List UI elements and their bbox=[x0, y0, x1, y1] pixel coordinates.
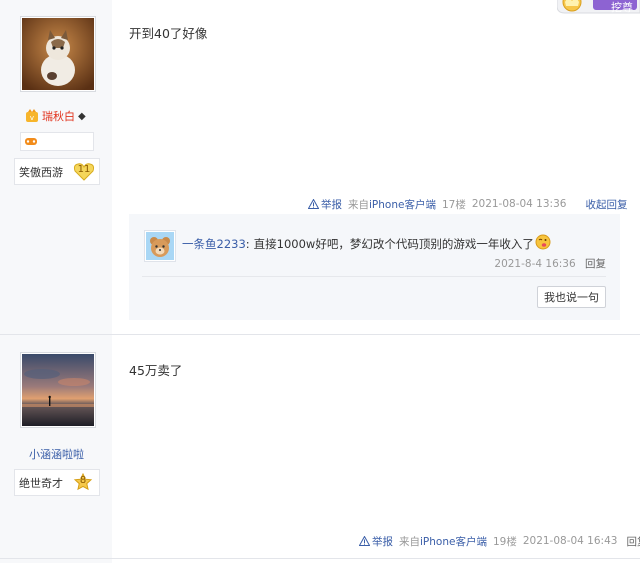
level-badge[interactable]: 笑傲西游 11 bbox=[14, 158, 100, 185]
floor-number: 19楼 bbox=[492, 535, 517, 548]
post-divider bbox=[0, 334, 640, 335]
post-tail: 举报 来自 iPhone客户端 19楼 2021-08-04 16:43 回复 bbox=[359, 533, 640, 549]
decoration-badge bbox=[20, 132, 94, 151]
comment-colon: : bbox=[245, 237, 250, 251]
top-badge-label[interactable]: 挖尊 bbox=[611, 0, 633, 15]
top-badge-bar: 挖尊 bbox=[557, 0, 640, 16]
floor-number: 17楼 bbox=[441, 198, 466, 211]
level-number: 8 bbox=[79, 475, 87, 486]
warning-icon bbox=[308, 199, 319, 209]
collapse-replies-link[interactable]: 收起回复 bbox=[585, 197, 627, 212]
post-content: 开到40了好像 bbox=[129, 26, 208, 41]
comment-meta: 2021-8-4 16:36 回复 bbox=[494, 256, 606, 271]
author-name-symbol: ◆ bbox=[78, 110, 86, 122]
post-content: 45万卖了 bbox=[129, 363, 183, 378]
source-link[interactable]: iPhone客户端 bbox=[369, 197, 436, 212]
vip-icon: v bbox=[26, 109, 38, 122]
author-avatar-frame[interactable] bbox=[20, 16, 96, 92]
author-name[interactable]: 小涵涵啦啦 bbox=[29, 446, 84, 462]
post-time: 2021-08-04 16:43 bbox=[522, 535, 618, 547]
comment-reply-link[interactable]: 回复 bbox=[585, 258, 606, 270]
svg-text:v: v bbox=[30, 114, 34, 122]
bear-avatar-icon[interactable] bbox=[146, 232, 174, 260]
comment-section: 一条鱼2233 : 直接1000w好吧，梦幻改个代码顶别的游戏一年收入了 202… bbox=[129, 214, 620, 320]
comment-text: 直接1000w好吧，梦幻改个代码顶别的游戏一年收入了 bbox=[253, 237, 534, 251]
level-title: 绝世奇才 bbox=[19, 476, 63, 490]
level-badge[interactable]: 绝世奇才 8 bbox=[14, 469, 100, 496]
level-number: 11 bbox=[77, 164, 91, 175]
comment-divider bbox=[142, 276, 606, 277]
source-prefix: 来自 bbox=[399, 535, 420, 548]
source-link[interactable]: iPhone客户端 bbox=[420, 534, 487, 549]
source-prefix: 来自 bbox=[348, 198, 369, 211]
reply-link[interactable]: 回复 bbox=[626, 534, 640, 549]
report-label[interactable]: 举报 bbox=[321, 197, 342, 212]
author-name-row[interactable]: v 瑞秋白 ◆ bbox=[25, 108, 86, 124]
commenter-name[interactable]: 一条鱼2233 bbox=[182, 236, 246, 252]
report-link[interactable]: 举报 bbox=[359, 534, 393, 549]
level-title: 笑傲西游 bbox=[19, 165, 63, 179]
author-name[interactable]: 瑞秋白 bbox=[42, 108, 75, 124]
avatar-sunset[interactable] bbox=[22, 354, 94, 426]
report-link[interactable]: 举报 bbox=[308, 197, 342, 212]
report-label[interactable]: 举报 bbox=[372, 534, 393, 549]
tongue-emoji-icon bbox=[535, 234, 551, 250]
bottom-divider bbox=[0, 558, 640, 559]
comment-row: 一条鱼2233 : 直接1000w好吧，梦幻改个代码顶别的游戏一年收入了 bbox=[182, 234, 551, 252]
post-tail: 举报 来自 iPhone客户端 17楼 2021-08-04 13:36 收起回… bbox=[308, 196, 627, 212]
post-time: 2021-08-04 13:36 bbox=[471, 198, 567, 210]
avatar-cat[interactable] bbox=[22, 18, 94, 90]
add-comment-button[interactable]: 我也说一句 bbox=[537, 286, 606, 308]
warning-icon bbox=[359, 536, 370, 546]
comment-time: 2021-8-4 16:36 bbox=[494, 258, 576, 270]
game-controller-icon bbox=[25, 138, 37, 145]
author-avatar-frame[interactable] bbox=[20, 352, 96, 428]
commenter-avatar[interactable] bbox=[144, 230, 176, 262]
